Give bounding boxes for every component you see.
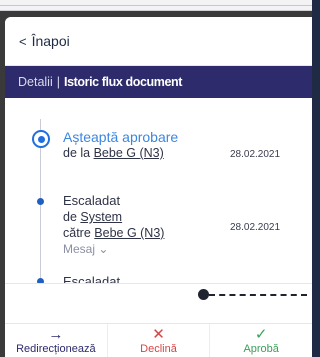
check-icon: ✓ bbox=[254, 326, 268, 343]
content-spacer bbox=[5, 283, 312, 324]
user-link[interactable]: Bebe G (N3) bbox=[94, 226, 164, 240]
decline-label: Declină bbox=[140, 343, 177, 355]
redirect-label: Redirecționează bbox=[16, 343, 96, 355]
app-frame: < Înapoi Detalii | Istoric flux document… bbox=[0, 0, 312, 357]
history-item: Așteaptă aprobare de la Bebe G (N3) bbox=[63, 129, 178, 161]
history-item-title: Așteaptă aprobare bbox=[63, 129, 179, 145]
history-item-title: Escaladat bbox=[63, 193, 121, 208]
history-item-date: 28.02.2021 bbox=[230, 222, 281, 233]
chevron-left-icon: < bbox=[19, 33, 27, 49]
approve-label: Aprobă bbox=[243, 343, 279, 355]
history-item-from: de la Bebe G (N3) bbox=[63, 146, 164, 160]
history-item-date: 28.02.2021 bbox=[230, 149, 281, 160]
drag-handle[interactable] bbox=[198, 289, 209, 300]
history-item-from: de System bbox=[63, 210, 123, 224]
history-item: Escaladat de System către Bebe G (N3) Me… bbox=[63, 193, 164, 257]
background-page-sliver bbox=[0, 0, 312, 11]
timeline-marker bbox=[37, 198, 44, 205]
history-item-to: către Bebe G (N3) bbox=[63, 226, 165, 240]
redirect-button[interactable]: → Redirecționează bbox=[5, 324, 108, 357]
action-bar: → Redirecționează ✕ Declină ✓ Aprobă bbox=[5, 323, 312, 357]
header-bar: < Înapoi bbox=[5, 17, 312, 66]
back-label: Înapoi bbox=[31, 33, 70, 49]
message-toggle[interactable]: Mesaj ⌄ bbox=[63, 241, 164, 257]
tab-bar: Detalii | Istoric flux document bbox=[5, 66, 312, 98]
decline-button[interactable]: ✕ Declină bbox=[108, 324, 211, 357]
history-item-title: Escaladat bbox=[63, 274, 121, 283]
back-button[interactable]: < Înapoi bbox=[19, 33, 70, 49]
approve-button[interactable]: ✓ Aprobă bbox=[210, 324, 312, 357]
close-icon: ✕ bbox=[152, 326, 165, 343]
history-timeline: Așteaptă aprobare de la Bebe G (N3) 28.0… bbox=[5, 99, 312, 283]
tab-details[interactable]: Detalii bbox=[18, 75, 53, 89]
divider bbox=[0, 5, 312, 6]
user-link[interactable]: Bebe G (N3) bbox=[94, 146, 164, 160]
arrow-right-icon: → bbox=[48, 326, 64, 343]
drag-track[interactable] bbox=[209, 294, 307, 296]
tab-history[interactable]: Istoric flux document bbox=[64, 75, 182, 89]
tab-separator: | bbox=[56, 75, 60, 89]
timeline-marker-active bbox=[32, 130, 50, 148]
history-item: Escaladat bbox=[63, 274, 120, 283]
document-panel: < Înapoi Detalii | Istoric flux document… bbox=[5, 17, 312, 357]
user-link[interactable]: System bbox=[80, 210, 122, 224]
